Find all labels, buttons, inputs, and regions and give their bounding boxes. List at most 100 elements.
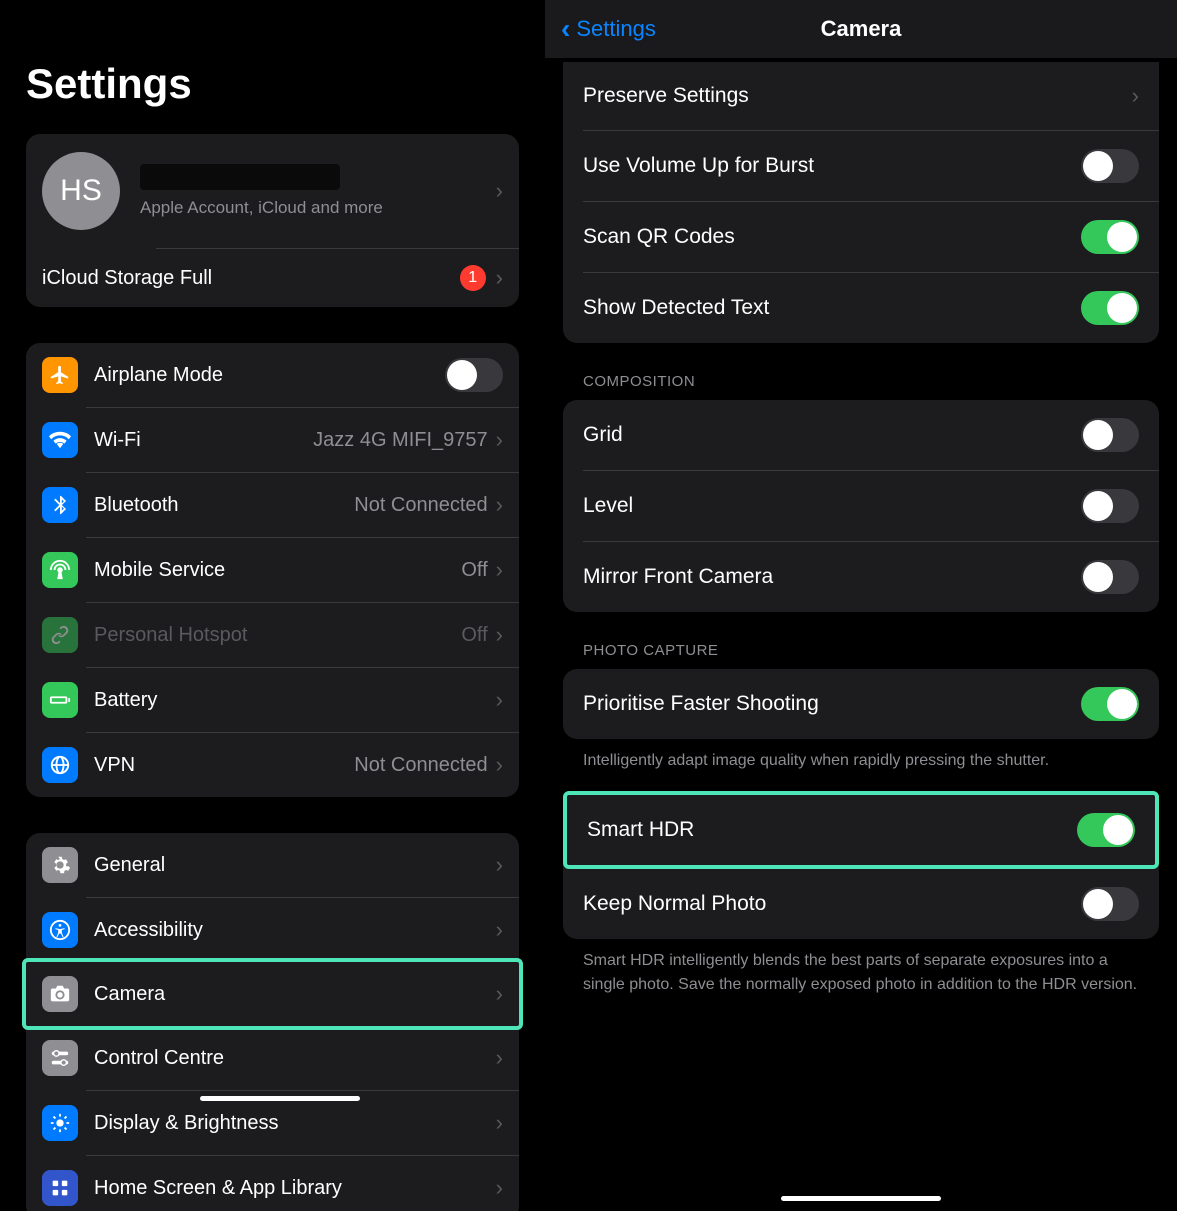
profile-card: HS Apple Account, iCloud and more › iClo… [26,134,519,307]
home-screen-row[interactable]: Home Screen & App Library › [26,1156,519,1211]
row-label: Bluetooth [94,494,354,517]
airplane-toggle[interactable] [445,358,503,392]
camera-row[interactable]: Camera › [26,962,519,1026]
composition-group: Grid Level Mirror Front Camera [563,400,1159,612]
faster-shooting-footer: Intelligently adapt image quality when r… [563,739,1159,773]
faster-shooting-group: Prioritise Faster Shooting [563,669,1159,739]
bluetooth-row[interactable]: Bluetooth Not Connected › [26,473,519,537]
apple-id-row[interactable]: HS Apple Account, iCloud and more › [26,134,519,248]
navigation-bar: ‹ Settings Camera [545,0,1177,58]
row-label: General [94,854,496,877]
smart-hdr-highlight: Smart HDR [563,791,1159,869]
chevron-right-icon: › [496,1110,503,1136]
chevron-right-icon: › [496,492,503,518]
photo-capture-header: PHOTO CAPTURE [563,612,1159,669]
vpn-row[interactable]: VPN Not Connected › [26,733,519,797]
mobile-service-row[interactable]: Mobile Service Off › [26,538,519,602]
row-label: Prioritise Faster Shooting [583,692,819,716]
personal-hotspot-row: Personal Hotspot Off › [26,603,519,667]
smart-hdr-toggle[interactable] [1077,813,1135,847]
grid-toggle[interactable] [1081,418,1139,452]
scan-qr-toggle[interactable] [1081,220,1139,254]
smart-hdr-row[interactable]: Smart HDR [567,795,1155,865]
row-label: Display & Brightness [94,1112,496,1135]
profile-name-redacted [140,164,340,190]
faster-shooting-toggle[interactable] [1081,687,1139,721]
composition-header: COMPOSITION [563,343,1159,400]
antenna-icon [42,552,78,588]
accessibility-row[interactable]: Accessibility › [26,898,519,962]
volume-burst-row[interactable]: Use Volume Up for Burst [563,131,1159,201]
level-row[interactable]: Level [563,471,1159,541]
row-label: Personal Hotspot [94,624,461,647]
icloud-storage-row[interactable]: iCloud Storage Full 1 › [26,249,519,307]
chevron-right-icon: › [496,265,503,291]
scan-qr-row[interactable]: Scan QR Codes [563,202,1159,272]
nav-title: Camera [821,16,902,42]
row-label: Use Volume Up for Burst [583,154,814,178]
battery-row[interactable]: Battery › [26,668,519,732]
chevron-right-icon: › [496,981,503,1007]
row-detail: Off [461,624,487,647]
storage-label: iCloud Storage Full [42,267,460,290]
row-label: Airplane Mode [94,364,445,387]
row-label: Show Detected Text [583,296,769,320]
detected-text-toggle[interactable] [1081,291,1139,325]
row-label: Camera [94,983,496,1006]
mirror-camera-row[interactable]: Mirror Front Camera [563,542,1159,612]
wifi-row[interactable]: Wi-Fi Jazz 4G MIFI_9757 › [26,408,519,472]
general-group: General › Accessibility › Camera › Contr… [26,833,519,1211]
chevron-right-icon: › [496,1175,503,1201]
row-detail: Off [461,559,487,582]
level-toggle[interactable] [1081,489,1139,523]
row-label: Keep Normal Photo [583,892,766,916]
row-detail: Jazz 4G MIFI_9757 [313,429,488,452]
profile-subtitle: Apple Account, iCloud and more [140,198,496,218]
airplane-icon [42,357,78,393]
row-label: Mirror Front Camera [583,565,773,589]
mirror-toggle[interactable] [1081,560,1139,594]
preserve-settings-row[interactable]: Preserve Settings › [563,62,1159,130]
row-label: Wi-Fi [94,429,313,452]
back-button[interactable]: ‹ Settings [561,13,656,45]
sliders-icon [42,1040,78,1076]
keep-normal-photo-row[interactable]: Keep Normal Photo [563,869,1159,939]
detected-text-row[interactable]: Show Detected Text [563,273,1159,343]
camera-settings-panel: ‹ Settings Camera Preserve Settings › Us… [545,0,1177,1211]
avatar: HS [42,152,120,230]
home-indicator[interactable] [781,1196,941,1201]
bluetooth-icon [42,487,78,523]
row-label: Control Centre [94,1047,496,1070]
row-detail: Not Connected [354,494,487,517]
row-label: VPN [94,754,354,777]
row-label: Battery [94,689,496,712]
link-icon [42,617,78,653]
row-label: Grid [583,423,623,447]
wifi-icon [42,422,78,458]
camera-row-highlight: Camera › [22,958,523,1030]
chevron-right-icon: › [496,178,503,204]
row-label: Level [583,494,633,518]
chevron-right-icon: › [496,917,503,943]
globe-icon [42,747,78,783]
chevron-right-icon: › [496,622,503,648]
sun-icon [42,1105,78,1141]
chevron-left-icon: ‹ [561,13,570,45]
chevron-right-icon: › [496,1045,503,1071]
grid-row[interactable]: Grid [563,400,1159,470]
keep-normal-toggle[interactable] [1081,887,1139,921]
row-label: Home Screen & App Library [94,1177,496,1200]
control-centre-row[interactable]: Control Centre › [26,1026,519,1090]
camera-icon [42,976,78,1012]
accessibility-icon [42,912,78,948]
chevron-right-icon: › [496,427,503,453]
volume-burst-toggle[interactable] [1081,149,1139,183]
airplane-mode-row[interactable]: Airplane Mode [26,343,519,407]
faster-shooting-row[interactable]: Prioritise Faster Shooting [563,669,1159,739]
general-row[interactable]: General › [26,833,519,897]
notification-badge: 1 [460,265,486,291]
battery-icon [42,682,78,718]
home-indicator[interactable] [200,1096,360,1101]
camera-top-group: Preserve Settings › Use Volume Up for Bu… [563,62,1159,343]
gear-icon [42,847,78,883]
